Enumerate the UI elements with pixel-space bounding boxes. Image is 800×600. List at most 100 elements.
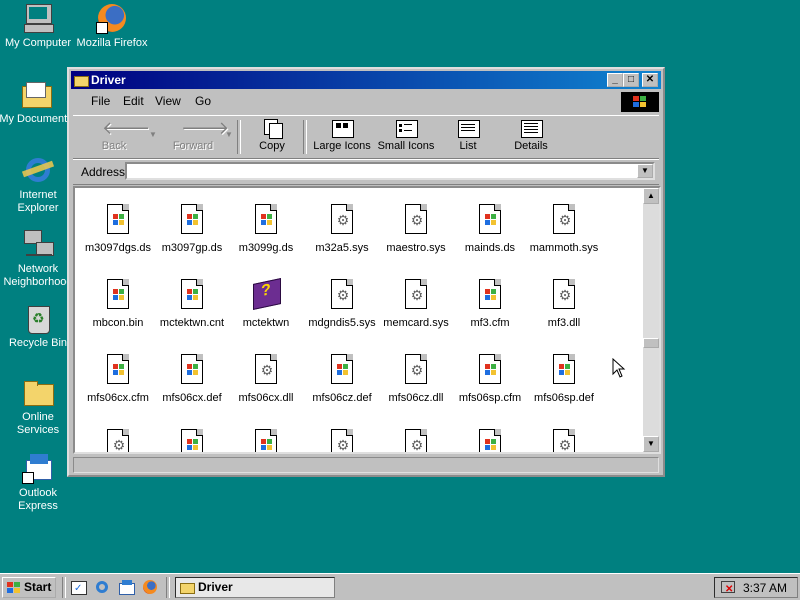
desktop-icon-my-documents[interactable]: My Documents [0,78,74,126]
file-item[interactable] [229,429,303,452]
file-item[interactable]: ? mctektwn [229,278,303,330]
file-item[interactable]: mfs06cz.def [305,354,379,405]
address-bar: Address ▼ [73,159,659,185]
quicklaunch-firefox-icon[interactable] [142,579,158,595]
desktop-icon-recycle-bin[interactable]: ♻ Recycle Bin [0,302,76,350]
minimize-button[interactable]: _ [607,73,623,87]
file-item[interactable]: ⚙ mf3.dll [527,279,601,330]
windows-logo-icon [7,582,21,594]
small-icons-button[interactable]: Small Icons [375,118,437,156]
start-button[interactable]: Start [2,577,56,598]
back-dropdown-icon[interactable]: ▼ [149,130,157,139]
quicklaunch-show-desktop-icon[interactable]: ✓ [70,579,87,595]
large-icons-button[interactable]: Large Icons [311,118,373,156]
file-item[interactable]: ⚙ mfs06cz.dll [379,354,453,405]
back-button[interactable]: 🡐 Back [87,118,151,156]
file-item[interactable]: ⚙ [527,429,601,452]
system-file-icon: ⚙ [403,204,429,236]
close-button[interactable]: ✕ [642,73,658,87]
desktop-icon-internet-explorer[interactable]: Internet Explorer [0,154,76,215]
file-item[interactable]: ⚙ [379,429,453,452]
file-item[interactable]: ⚙ [81,429,155,452]
file-item[interactable]: mbcon.bin [81,279,155,330]
clock[interactable]: 3:37 AM [743,581,787,595]
desktop-icon-label: Internet Explorer [17,189,59,214]
desktop-icon-label: Outlook Express [18,487,58,512]
scroll-thumb[interactable] [643,338,659,348]
forward-button[interactable]: 🡒 Forward [163,118,230,156]
recycle-bin-icon: ♻ [22,302,54,334]
list-label: List [459,140,477,152]
list-button[interactable]: List [443,118,493,156]
file-item[interactable]: mfs06cx.cfm [81,354,155,405]
menu-view[interactable]: View [155,94,181,108]
file-item[interactable]: mainds.ds [453,204,527,255]
file-item[interactable] [155,429,229,452]
file-item[interactable]: ⚙ mammoth.sys [527,204,601,255]
file-item[interactable]: ⚙ memcard.sys [379,279,453,330]
file-list-pane: m3097dgs.ds m3097gp.ds m3099g.ds ⚙ m32a5.sys… [73,186,661,454]
file-item[interactable]: mfs06sp.def [527,354,601,405]
address-label: Address [81,165,126,179]
file-item[interactable]: ⚙ mdgndis5.sys [305,279,379,330]
file-name: maestro.sys [386,242,446,254]
taskbar-item-label: Driver [198,580,233,594]
win-file-icon [477,354,503,386]
details-button[interactable]: Details [505,118,557,156]
win-file-icon [179,429,205,452]
desktop-icon-online-services[interactable]: Online Services [0,376,76,437]
forward-dropdown-icon[interactable]: ▼ [225,130,233,139]
file-item[interactable]: mctektwn.cnt [155,279,229,330]
file-item[interactable]: m3099g.ds [229,204,303,255]
copy-button[interactable]: Copy [247,118,297,156]
desktop-icon-firefox[interactable]: ↗ Mozilla Firefox [74,2,150,50]
desktop-icon-network[interactable]: Network Neighborhood [0,228,76,289]
win-file-icon [253,429,279,452]
address-input[interactable]: ▼ [125,162,655,180]
file-name: mainds.ds [464,242,516,254]
file-item[interactable] [453,429,527,452]
details-view-icon [519,118,543,138]
win-file-icon [477,429,503,452]
file-item[interactable]: m3097dgs.ds [81,204,155,255]
desktop-icon-label: My Computer [4,37,72,49]
file-name: memcard.sys [383,317,449,329]
win-file-icon [477,204,503,236]
toolbar-separator [303,120,307,154]
vertical-scrollbar[interactable]: ▲ ▼ [643,188,659,452]
details-label: Details [514,140,548,152]
maximize-button[interactable]: □ [623,73,639,87]
file-item[interactable]: ⚙ [305,429,379,452]
menu-go[interactable]: Go [195,94,211,108]
address-dropdown-button[interactable]: ▼ [637,164,653,178]
arrow-down-icon: ▼ [647,439,655,448]
forward-arrow-icon: 🡒 [181,118,230,138]
file-name: mfs06sp.cfm [458,392,522,404]
desktop-icon-outlook-express[interactable]: ↗ Outlook Express [0,452,76,513]
scroll-down-button[interactable]: ▼ [643,436,659,452]
open-folder-icon [74,73,89,87]
file-item[interactable]: ⚙ maestro.sys [379,204,453,255]
forward-label: Forward [172,140,214,152]
desktop-icon-my-computer[interactable]: My Computer [0,2,76,50]
back-label: Back [101,140,127,152]
quicklaunch-ie-icon[interactable] [94,579,110,595]
scroll-up-button[interactable]: ▲ [643,188,659,204]
file-item[interactable]: mfs06cx.def [155,354,229,405]
file-item[interactable]: mf3.cfm [453,279,527,330]
quicklaunch-outlook-icon[interactable] [118,579,135,595]
file-name: m3099g.ds [238,242,294,254]
taskbar-item-driver[interactable]: Driver [175,577,335,598]
file-name: mfs06sp.def [534,392,594,404]
system-file-icon: ⚙ [329,204,355,236]
file-item[interactable]: ⚙ mfs06cx.dll [229,354,303,405]
file-item[interactable]: ⚙ m32a5.sys [305,204,379,255]
file-item[interactable]: m3097gp.ds [155,204,229,255]
menu-file[interactable]: File [91,94,110,108]
file-name: mfs06cx.dll [238,392,294,404]
tray-network-icon[interactable]: ✕ [720,580,735,595]
title-bar[interactable]: Driver _ □ ✕ [71,71,661,89]
menu-edit[interactable]: Edit [123,94,144,108]
file-item[interactable]: mfs06sp.cfm [453,354,527,405]
system-file-icon: ⚙ [403,354,429,386]
